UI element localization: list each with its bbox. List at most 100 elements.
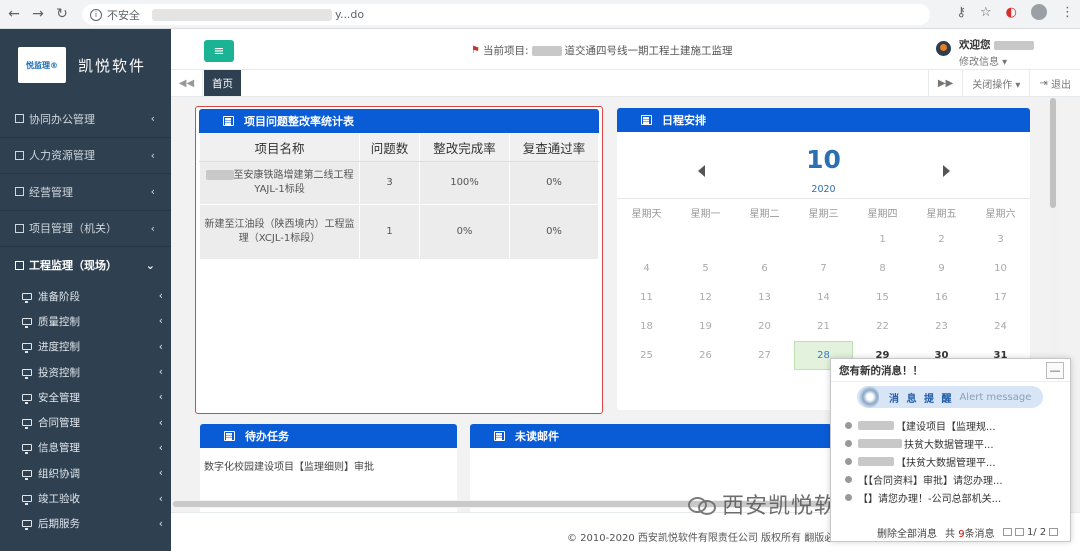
- tabs-scroll-left-button[interactable]: ◀◀: [171, 70, 203, 96]
- bullet-icon: [845, 457, 852, 465]
- user-area[interactable]: 欢迎您 修改信息 ▾: [936, 37, 1035, 68]
- sidebar-item-office[interactable]: 协同办公管理 ‹: [0, 101, 171, 138]
- issue-stats-panel: 项目问题整改率统计表 项目名称 问题数 整改完成率 复查通过率 至安康铁路增建第…: [195, 106, 603, 414]
- monitor-icon: [22, 469, 32, 480]
- calendar-day[interactable]: 14: [794, 283, 853, 312]
- calendar-day[interactable]: 11: [617, 283, 676, 312]
- calendar-day[interactable]: 10: [971, 254, 1030, 283]
- delete-all-link[interactable]: 删除全部消息: [877, 525, 937, 540]
- calendar-day[interactable]: 8: [853, 254, 912, 283]
- top-header: ≡ ⚑ 当前项目: 道交通四号线一期工程土建施工监理 欢迎您 修改信息 ▾: [171, 29, 1080, 70]
- key-icon[interactable]: ⚷: [956, 5, 966, 20]
- submenu-item[interactable]: 信息管理 ‹: [0, 435, 171, 460]
- profile-icon[interactable]: [1031, 4, 1047, 20]
- sidebar-item-business[interactable]: 经营管理 ‹: [0, 174, 171, 211]
- submenu-item[interactable]: 后期服务 ‹: [0, 511, 171, 536]
- submenu-item[interactable]: 合同管理 ‹: [0, 410, 171, 435]
- forward-icon[interactable]: →: [28, 4, 48, 24]
- tabs-scroll-right-button[interactable]: ▶▶: [927, 70, 962, 96]
- logo-area: 悦监理® 凯悦软件: [0, 29, 171, 101]
- calendar-day: [676, 225, 735, 254]
- alert-item[interactable]: 【建设项目【监理规...: [845, 416, 1065, 434]
- bullet-icon: [845, 421, 852, 429]
- list-icon: [494, 431, 505, 441]
- monitor-icon: [22, 520, 32, 531]
- calendar-day[interactable]: 2: [912, 225, 971, 254]
- page-indicator: 1/ 2: [1026, 527, 1047, 538]
- calendar-day[interactable]: 9: [912, 254, 971, 283]
- logo: 悦监理®: [18, 47, 66, 83]
- chevron-left-icon: ‹: [150, 112, 155, 126]
- alert-item[interactable]: 扶贫大数据管理平...: [845, 434, 1065, 452]
- calendar-day[interactable]: 20: [735, 312, 794, 341]
- panel-header: 项目问题整改率统计表: [199, 109, 599, 133]
- rate-cell: 100%: [419, 161, 510, 205]
- extension-icon[interactable]: ◐: [1006, 5, 1017, 20]
- sidebar-item-label: 协同办公管理: [29, 112, 95, 126]
- submenu-item[interactable]: 准备阶段 ‹: [0, 284, 171, 309]
- sidebar-item-supervision[interactable]: 工程监理（现场） ⌄: [0, 247, 171, 284]
- alert-item[interactable]: 【扶贫大数据管理平...: [845, 452, 1065, 470]
- menu-toggle-button[interactable]: ≡: [204, 40, 234, 62]
- alert-item[interactable]: 【【合同资料】审批】请您办理...: [845, 470, 1065, 488]
- calendar-day[interactable]: 16: [912, 283, 971, 312]
- submenu-item[interactable]: 投资控制 ‹: [0, 359, 171, 384]
- insecure-label: 不安全: [107, 8, 140, 22]
- calendar-day[interactable]: 5: [676, 254, 735, 283]
- logout-button[interactable]: ⇥ 退出: [1029, 70, 1080, 96]
- edit-info-link[interactable]: 修改信息 ▾: [959, 53, 1034, 68]
- calendar-day[interactable]: 7: [794, 254, 853, 283]
- calendar-day[interactable]: 6: [735, 254, 794, 283]
- alert-item[interactable]: 【】请您办理！-公司总部机关...: [845, 488, 1065, 506]
- reload-icon[interactable]: ↻: [52, 4, 72, 24]
- double-right-icon: ▶▶: [937, 77, 954, 89]
- minimize-button[interactable]: —: [1046, 362, 1064, 379]
- avatar[interactable]: [936, 41, 951, 56]
- sidebar-item-project[interactable]: 项目管理（机关） ‹: [0, 211, 171, 247]
- url-tail: y...do: [335, 8, 365, 21]
- info-icon[interactable]: i: [90, 8, 102, 21]
- calendar-day[interactable]: 23: [912, 312, 971, 341]
- star-icon[interactable]: ☆: [980, 5, 992, 20]
- panel-header: 待办任务: [200, 424, 457, 448]
- next-page-icon[interactable]: [1049, 528, 1059, 536]
- calendar-day[interactable]: 17: [971, 283, 1030, 312]
- next-month-icon[interactable]: [943, 165, 950, 177]
- submenu-label: 进度控制: [38, 341, 80, 354]
- table-row[interactable]: 至安康铁路增建第二线工程YAJL-1标段 3 100% 0%: [199, 161, 599, 205]
- table-row[interactable]: 新建至江油段（陕西境内）工程监理（XCJL-1标段） 1 0% 0%: [199, 204, 599, 260]
- calendar-day[interactable]: 15: [853, 283, 912, 312]
- back-icon[interactable]: ←: [4, 4, 24, 24]
- todo-item[interactable]: 数字化校园建设项目【监理细则】审批: [204, 458, 453, 473]
- submenu-item[interactable]: 进度控制 ‹: [0, 334, 171, 359]
- calendar-week: 11 12 13 14 15 16 17: [617, 283, 1030, 312]
- calendar-day[interactable]: 1: [853, 225, 912, 254]
- calendar-day[interactable]: 19: [676, 312, 735, 341]
- submenu-item[interactable]: 组织协调 ‹: [0, 461, 171, 486]
- submenu-item[interactable]: 安全管理 ‹: [0, 385, 171, 410]
- alert-item-text: 【】请您办理！-公司总部机关...: [858, 493, 1002, 505]
- first-page-icon[interactable]: [1002, 528, 1012, 536]
- sidebar-item-hr[interactable]: 人力资源管理 ‹: [0, 138, 171, 174]
- chevron-left-icon: ‹: [158, 366, 163, 379]
- submenu-item[interactable]: 竣工验收 ‹: [0, 486, 171, 511]
- calendar-day[interactable]: 22: [853, 312, 912, 341]
- calendar-day[interactable]: 24: [971, 312, 1030, 341]
- more-icon[interactable]: ⋮: [1061, 5, 1074, 20]
- submenu-item[interactable]: 质量控制 ‹: [0, 309, 171, 334]
- calendar-day[interactable]: 25: [617, 341, 676, 370]
- prev-page-icon[interactable]: [1014, 528, 1024, 536]
- calendar-day[interactable]: 21: [794, 312, 853, 341]
- calendar-day: [794, 225, 853, 254]
- calendar-day[interactable]: 27: [735, 341, 794, 370]
- calendar-day[interactable]: 18: [617, 312, 676, 341]
- calendar-day[interactable]: 12: [676, 283, 735, 312]
- address-bar[interactable]: i 不安全 y...do: [82, 4, 930, 25]
- close-operations-dropdown[interactable]: 关闭操作 ▾: [962, 70, 1029, 96]
- tab-home[interactable]: 首页: [204, 70, 241, 96]
- panel-title: 待办任务: [245, 430, 289, 443]
- calendar-day[interactable]: 13: [735, 283, 794, 312]
- calendar-day[interactable]: 3: [971, 225, 1030, 254]
- calendar-day[interactable]: 4: [617, 254, 676, 283]
- calendar-day[interactable]: 26: [676, 341, 735, 370]
